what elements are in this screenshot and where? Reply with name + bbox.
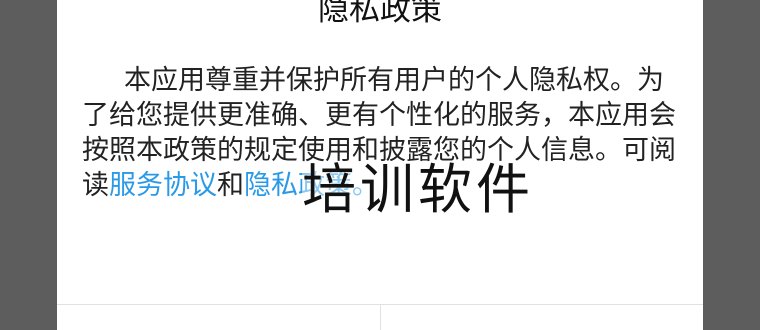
- dialog-button-row: [57, 304, 703, 330]
- privacy-policy-link[interactable]: 隐私政策: [244, 170, 352, 201]
- disagree-button[interactable]: [57, 305, 381, 330]
- agree-button[interactable]: [381, 305, 704, 330]
- dialog-title: 隐私政策: [318, 0, 442, 28]
- link-connector: 和: [217, 170, 244, 201]
- dialog-body: 本应用尊重并保护所有用户的个人隐私权。为了给您提供更准确、更有个性化的服务，本应…: [82, 63, 682, 203]
- policy-text-suffix: 。: [352, 170, 379, 201]
- privacy-policy-dialog: 隐私政策 本应用尊重并保护所有用户的个人隐私权。为了给您提供更准确、更有个性化的…: [57, 0, 703, 330]
- screen: 隐私政策 本应用尊重并保护所有用户的个人隐私权。为了给您提供更准确、更有个性化的…: [0, 0, 760, 330]
- service-agreement-link[interactable]: 服务协议: [109, 170, 217, 201]
